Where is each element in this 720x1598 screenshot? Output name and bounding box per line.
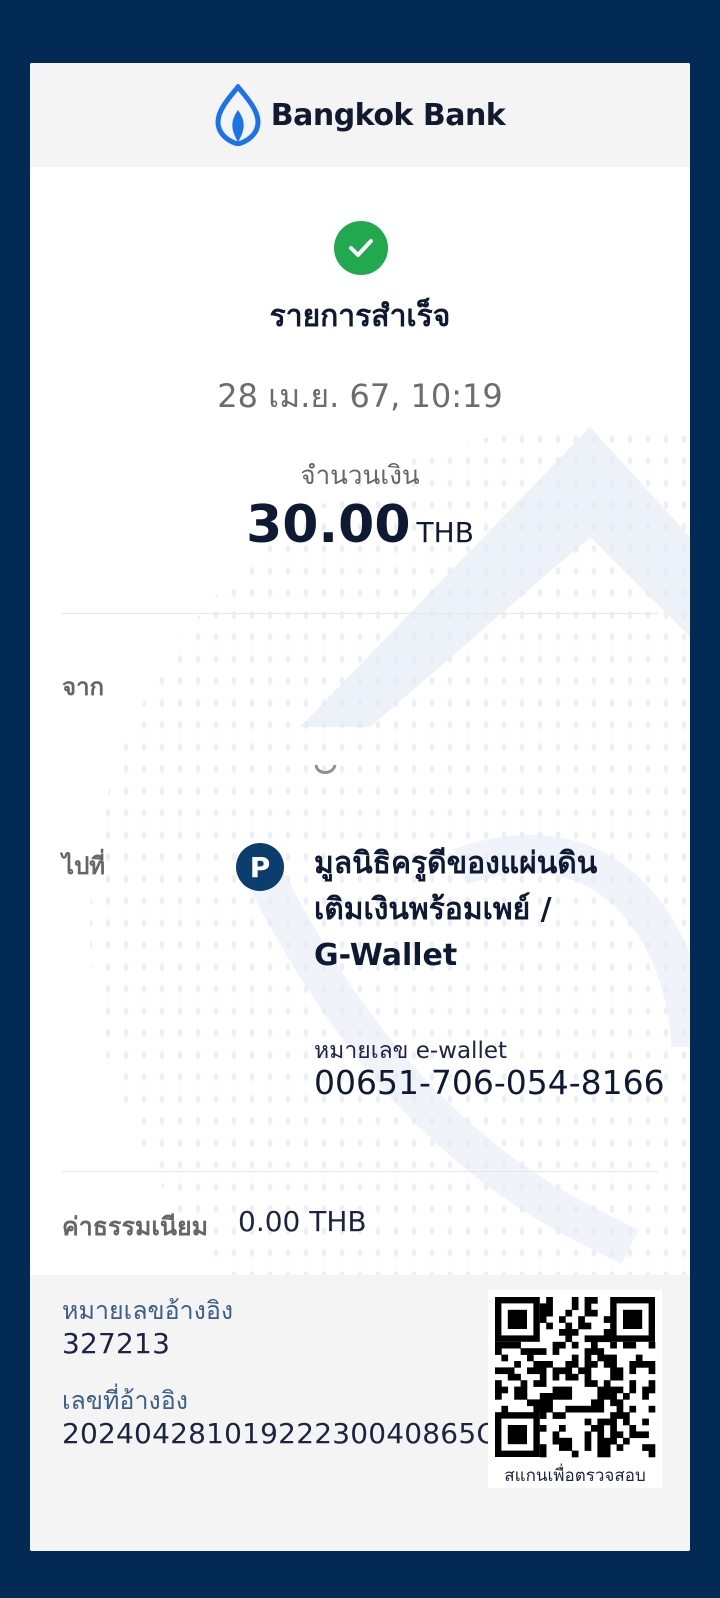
ewallet-number: 00651-706-054-8166 bbox=[314, 1063, 665, 1102]
to-label: ไปที่ bbox=[62, 852, 106, 880]
amount-currency: THB bbox=[416, 516, 474, 549]
status-title: รายการสำเร็จ bbox=[269, 299, 451, 334]
reference-footer: หมายเลขอ้างอิง 327213 เลขที่อ้างอิง 2024… bbox=[30, 1275, 690, 1551]
recipient-name-line: เติมเงินพร้อมเพย์ / bbox=[314, 892, 552, 927]
qr-caption: สแกนเพื่อตรวจสอบ bbox=[504, 1466, 646, 1486]
bank-name: Bangkok Bank bbox=[270, 97, 506, 133]
payment-slip: Bangkok Bank รายการสำเร็จ 28 เม.ย. 67, 1… bbox=[30, 63, 690, 1551]
reference-number-label: หมายเลขอ้างอิง bbox=[62, 1296, 234, 1325]
success-check-icon bbox=[334, 221, 388, 275]
recipient-name-line: มูลนิธิครูดีของแผ่นดิน bbox=[314, 846, 598, 881]
from-account-partial bbox=[313, 763, 339, 779]
from-label: จาก bbox=[62, 673, 105, 701]
fee-label: ค่าธรรมเนียม bbox=[62, 1212, 209, 1241]
slip-header: Bangkok Bank bbox=[30, 63, 690, 167]
bank-logo: Bangkok Bank bbox=[215, 84, 506, 146]
amount-value: 30.00 bbox=[246, 495, 411, 555]
fee-value: 0.00 THB bbox=[238, 1205, 367, 1238]
transaction-datetime: 28 เม.ย. 67, 10:19 bbox=[217, 377, 503, 415]
recipient-name: มูลนิธิครูดีของแผ่นดิน เติมเงินพร้อมเพย์… bbox=[314, 841, 597, 979]
recipient-name-line: G-Wallet bbox=[314, 938, 458, 973]
verification-qr-code[interactable]: สแกนเพื่อตรวจสอบ bbox=[488, 1290, 662, 1488]
amount-label: จำนวนเงิน bbox=[300, 461, 420, 491]
amount-row: 30.00 THB bbox=[30, 495, 690, 555]
bangkok-bank-lotus-icon bbox=[215, 84, 261, 146]
reference-code-value: 20240428101922230040865O8 bbox=[62, 1417, 517, 1450]
divider bbox=[62, 1171, 658, 1172]
reference-number-value: 327213 bbox=[62, 1327, 171, 1360]
reference-code-label: เลขที่อ้างอิง bbox=[62, 1386, 188, 1415]
promptpay-icon: P bbox=[236, 843, 284, 891]
qr-code-icon bbox=[495, 1297, 656, 1458]
background-watermark bbox=[90, 427, 690, 1367]
divider bbox=[62, 613, 658, 614]
